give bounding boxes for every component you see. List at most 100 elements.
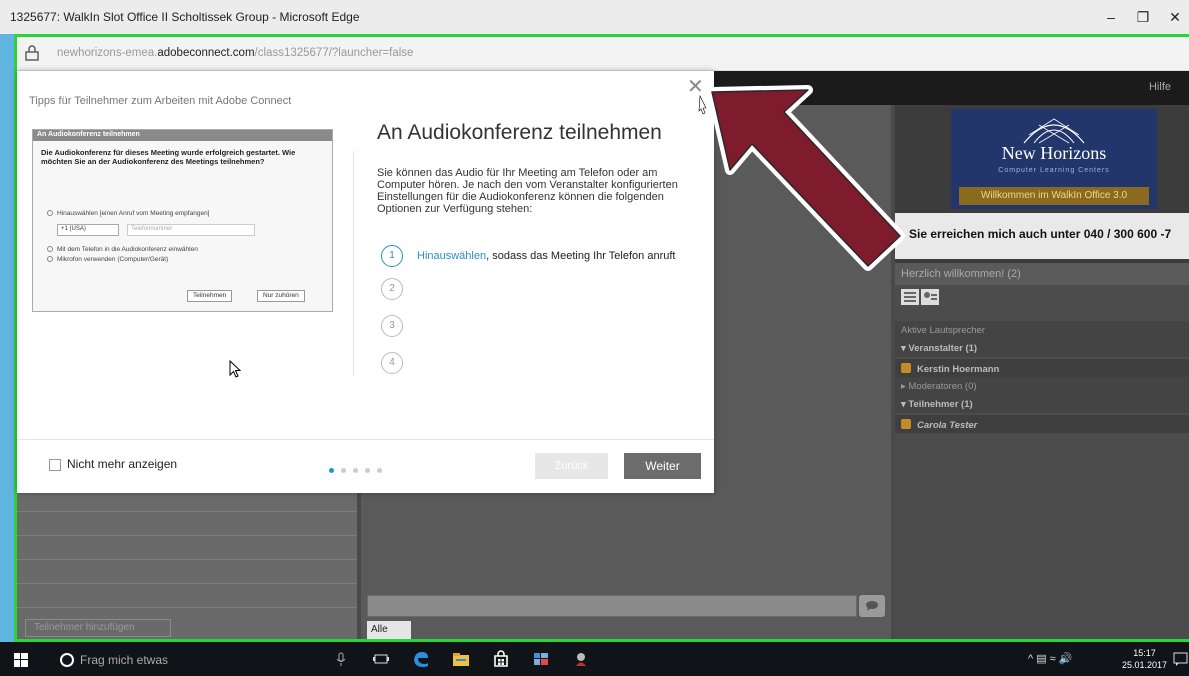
new-horizons-banner: New Horizons Computer Learning Centers W… xyxy=(951,109,1157,209)
page-dot[interactable] xyxy=(365,468,370,473)
chat-tab-all[interactable]: Alle xyxy=(367,621,411,639)
preview-title: An Audiokonferenz teilnehmen xyxy=(33,130,332,141)
page-dot-active[interactable] xyxy=(329,468,334,473)
back-button: Zurück xyxy=(535,453,608,479)
participants-group[interactable]: ▾ Teilnehmer (1) xyxy=(895,395,1189,413)
attendee-view-icons[interactable] xyxy=(901,289,941,305)
row-divider xyxy=(17,559,357,560)
add-participant-button[interactable]: Teilnehmer hinzufügen xyxy=(25,619,171,637)
address-bar[interactable]: newhorizons-emea.adobeconnect.com/class1… xyxy=(17,37,1189,71)
window-title: 1325677: WalkIn Slot Office II Scholtiss… xyxy=(10,10,360,24)
presenters-group[interactable]: ▸ Moderatoren (0) xyxy=(895,377,1189,395)
windows-start-icon[interactable] xyxy=(14,653,28,667)
window-close-button[interactable]: ✕ xyxy=(1160,6,1189,28)
contact-note: Sie erreichen mich auch unter 040 / 300 … xyxy=(895,213,1189,259)
dialout-link[interactable]: Hinauswählen xyxy=(417,250,486,262)
edge-browser-icon[interactable] xyxy=(412,650,430,668)
row-divider xyxy=(17,535,357,536)
help-menu[interactable]: Hilfe xyxy=(1149,81,1171,93)
lock-icon xyxy=(25,45,39,61)
step-3: 3 xyxy=(381,315,403,337)
page-dot[interactable] xyxy=(341,468,346,473)
preview-text: Die Audiokonferenz für dieses Meeting wu… xyxy=(41,148,296,166)
close-icon[interactable]: ✕ xyxy=(687,77,704,97)
minimize-button[interactable]: – xyxy=(1096,6,1126,28)
step-1-suffix: , sodass das Meeting Ihr Telefon anruft xyxy=(486,250,676,262)
taskbar-search[interactable]: Frag mich etwas xyxy=(60,650,240,670)
clock-date: 25.01.2017 xyxy=(1122,660,1168,670)
connect-app-icon[interactable] xyxy=(572,650,590,668)
step-2: 2 xyxy=(381,278,403,300)
preview-option-label: Mit dem Telefon in die Audiokonferenz ei… xyxy=(57,246,198,253)
attendee-pod: Herzlich willkommen! (2) Aktive Lautspre… xyxy=(895,263,1189,639)
preview-phone-field: Telefonnummer xyxy=(127,224,255,236)
url-prefix: newhorizons-emea. xyxy=(57,47,158,59)
banner-title: New Horizons xyxy=(1001,143,1107,163)
active-speakers-row: Aktive Lautsprecher xyxy=(895,321,1189,339)
attendee-row[interactable]: Kerstin Hoermann xyxy=(895,359,1189,377)
dont-show-checkbox[interactable] xyxy=(49,459,61,471)
active-speakers-label: Aktive Lautsprecher xyxy=(901,325,985,336)
clock-time: 15:17 xyxy=(1133,648,1156,658)
system-tray[interactable]: ^ ▤ ≈ 🔊 xyxy=(1028,652,1072,665)
step-1-text: Hinauswählen, sodass das Meeting Ihr Tel… xyxy=(417,250,675,262)
preview-option-label: Mikrofon verwenden (Computer/Gerät) xyxy=(57,256,169,263)
row-divider xyxy=(17,511,357,512)
taskbar-clock[interactable]: 15:17 25.01.2017 xyxy=(1122,647,1167,671)
speech-bubble-icon xyxy=(866,601,878,611)
chat-input[interactable] xyxy=(367,595,857,617)
notification-icon[interactable] xyxy=(1172,650,1189,668)
participant-name: Carola Tester xyxy=(917,420,978,431)
url-text[interactable]: newhorizons-emea.adobeconnect.com/class1… xyxy=(57,47,413,59)
presenters-label: Moderatoren (0) xyxy=(908,381,977,392)
radio-icon xyxy=(47,246,53,252)
preview-join-button: Teilnehmen xyxy=(187,290,233,302)
participants-label: Teilnehmer (1) xyxy=(908,399,973,410)
dont-show-label: Nicht mehr anzeigen xyxy=(67,457,178,471)
step-4: 4 xyxy=(381,352,403,374)
banner-subtitle: Computer Learning Centers xyxy=(998,167,1110,174)
app-tiles-icon[interactable] xyxy=(532,650,550,668)
chat-send-button[interactable] xyxy=(859,595,885,617)
hosts-group[interactable]: ▾ Veranstalter (1) xyxy=(895,339,1189,357)
store-icon[interactable] xyxy=(492,650,510,668)
radio-icon xyxy=(47,256,53,262)
content-divider xyxy=(353,151,354,376)
next-button[interactable]: Weiter xyxy=(624,453,701,479)
row-divider xyxy=(17,607,357,608)
browser-title-bar: 1325677: WalkIn Slot Office II Scholtiss… xyxy=(0,0,1189,34)
dialog-title: Tipps für Teilnehmer zum Arbeiten mit Ad… xyxy=(29,95,292,107)
file-explorer-icon[interactable] xyxy=(452,650,470,668)
url-path: /class1325677/?launcher=false xyxy=(254,47,414,59)
host-name: Kerstin Hoermann xyxy=(917,364,1000,375)
participant-avatar-icon xyxy=(901,419,911,429)
banner-welcome: Willkommen im WalkIn Office 3.0 xyxy=(959,187,1149,205)
windows-taskbar: Frag mich etwas ^ ▤ ≈ 🔊 15:17 25.01.2017 xyxy=(0,642,1189,676)
tips-dialog: Tipps für Teilnehmer zum Arbeiten mit Ad… xyxy=(17,71,714,493)
preview-option-mic: Mikrofon verwenden (Computer/Gerät) xyxy=(47,256,168,263)
left-panel: Teilnehmer hinzufügen xyxy=(17,491,357,639)
restore-button[interactable]: ❐ xyxy=(1128,6,1158,28)
preview-option-dialout: Hinauswählen [einen Anruf vom Meeting em… xyxy=(47,210,209,217)
microphone-icon[interactable] xyxy=(332,650,350,668)
preview-country-select: +1 (USA) xyxy=(57,224,119,236)
dialog-heading: An Audiokonferenz teilnehmen xyxy=(377,121,662,144)
task-view-icon[interactable] xyxy=(372,650,390,668)
search-placeholder: Frag mich etwas xyxy=(80,653,169,667)
attendee-row[interactable]: Carola Tester xyxy=(895,415,1189,433)
preview-option-dialin: Mit dem Telefon in die Audiokonferenz ei… xyxy=(47,246,198,253)
page-dot[interactable] xyxy=(377,468,382,473)
attendee-header: Herzlich willkommen! (2) xyxy=(895,263,1189,285)
radio-icon xyxy=(47,210,53,216)
page-dot[interactable] xyxy=(353,468,358,473)
globe-logo-icon xyxy=(1023,118,1085,144)
hosts-label: Veranstalter (1) xyxy=(908,343,978,354)
cortana-icon xyxy=(60,653,74,667)
page-indicator xyxy=(329,462,389,476)
footer-divider xyxy=(17,439,714,440)
audio-dialog-preview: An Audiokonferenz teilnehmen Die Audioko… xyxy=(32,129,333,312)
preview-option-label: Hinauswählen [einen Anruf vom Meeting em… xyxy=(57,210,210,217)
url-domain: adobeconnect.com xyxy=(157,47,255,59)
right-panel: New Horizons Computer Learning Centers W… xyxy=(895,105,1189,639)
host-avatar-icon xyxy=(901,363,911,373)
